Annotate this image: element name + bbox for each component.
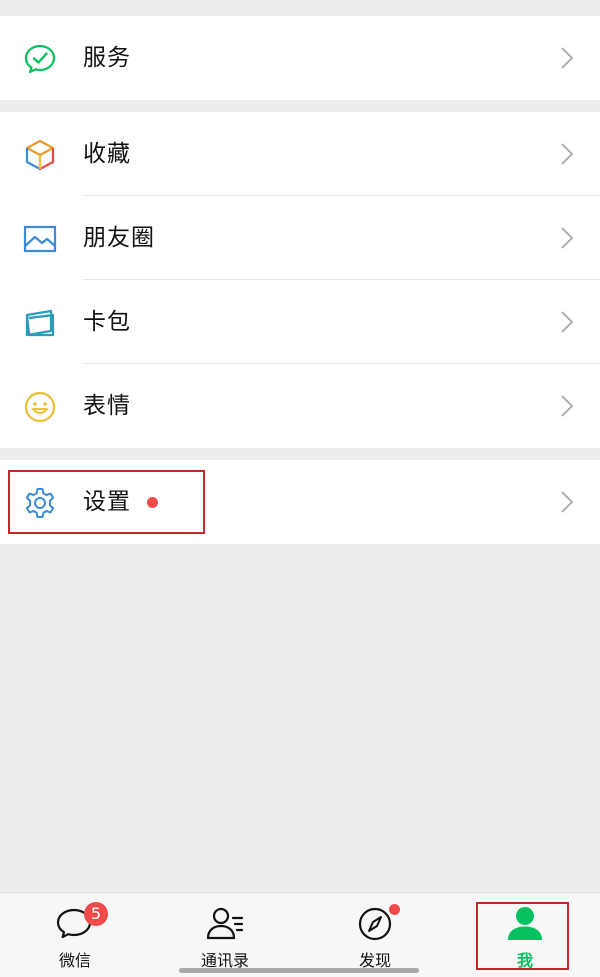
cards-label: 卡包 [83, 309, 131, 335]
settings-highlight-box [8, 470, 205, 534]
moments-label: 朋友圈 [83, 225, 155, 251]
chevron-right-icon [561, 395, 574, 417]
favorites-icon [23, 138, 57, 172]
stickers-label: 表情 [83, 393, 131, 419]
contacts-icon [206, 907, 244, 940]
unread-badge: 5 [84, 902, 108, 926]
chevron-right-icon [561, 227, 574, 249]
moments-icon [23, 222, 57, 256]
menu-item-favorites[interactable]: 收藏 [0, 112, 600, 196]
me-tab-highlight-box [476, 902, 569, 970]
chevron-right-icon [561, 47, 574, 69]
tab-chats-label: 微信 [58, 951, 91, 970]
favorites-label: 收藏 [83, 141, 131, 167]
tab-chats[interactable]: 5 微信 [0, 893, 150, 977]
menu-item-cards[interactable]: 卡包 [0, 280, 600, 364]
features-group: 收藏 朋友圈 卡包 表情 [0, 112, 600, 448]
chevron-right-icon [561, 143, 574, 165]
discover-new-dot [389, 904, 400, 915]
card-wallet-icon [23, 306, 57, 340]
chevron-right-icon [561, 491, 574, 513]
tab-contacts[interactable]: 通讯录 [150, 893, 300, 977]
services-group: 服务 [0, 16, 600, 100]
menu-item-stickers[interactable]: 表情 [0, 364, 600, 448]
menu-item-services[interactable]: 服务 [0, 16, 600, 100]
menu-item-moments[interactable]: 朋友圈 [0, 196, 600, 280]
home-indicator [179, 968, 419, 973]
services-label: 服务 [83, 45, 131, 71]
services-icon [23, 42, 57, 76]
tab-discover[interactable]: 发现 [300, 893, 450, 977]
chevron-right-icon [561, 311, 574, 333]
top-spacer [0, 0, 600, 16]
smiley-icon [23, 390, 57, 424]
